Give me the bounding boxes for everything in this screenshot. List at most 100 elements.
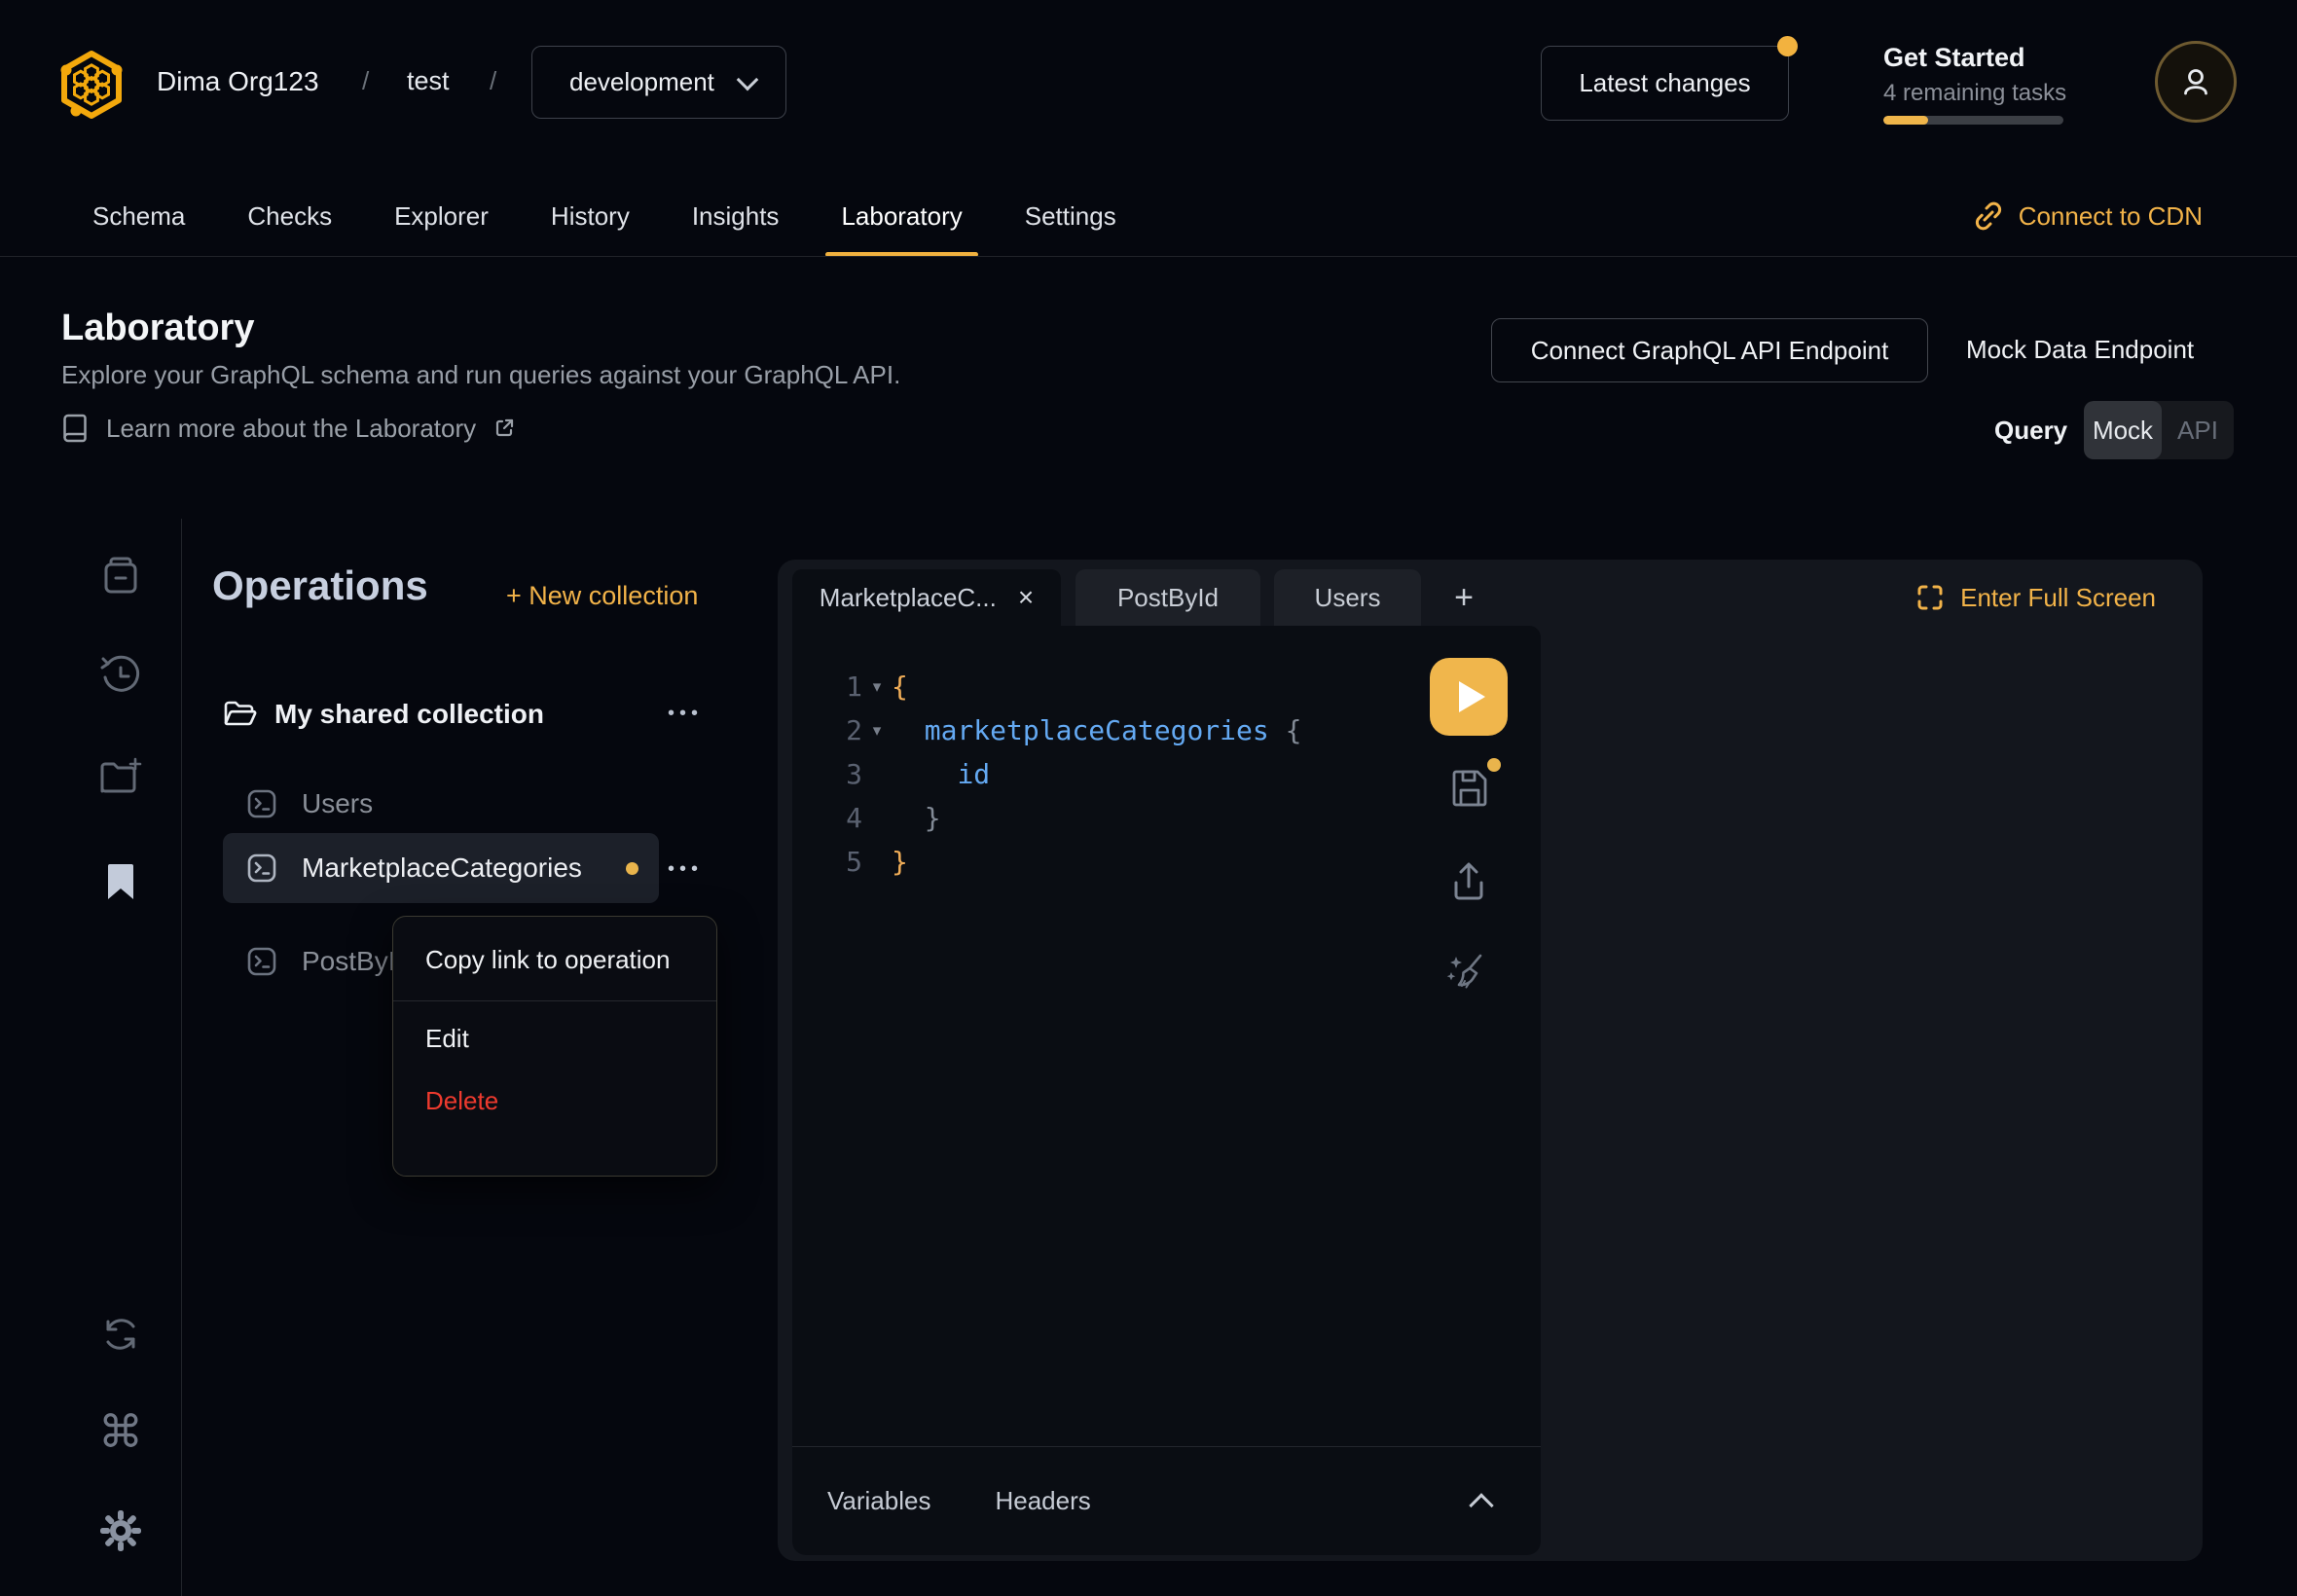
- operation-icon: [246, 852, 277, 884]
- code-area: 1 ▾ { 2 ▾ marketplaceCategories { 3 id 4: [792, 626, 1541, 884]
- learn-more-link[interactable]: Learn more about the Laboratory: [61, 413, 515, 444]
- operation-more-options-button[interactable]: •••: [668, 858, 703, 881]
- code-line: 4 }: [792, 796, 1541, 840]
- nav-divider: [0, 256, 2297, 257]
- notification-dot: [1777, 36, 1798, 56]
- bookmark-icon[interactable]: [98, 859, 143, 904]
- collection-more-options-button[interactable]: •••: [668, 703, 703, 725]
- get-started-progress: [1883, 116, 2063, 125]
- editor-bottom-bar: Variables Headers: [792, 1446, 1541, 1555]
- line-number: 3: [792, 758, 862, 790]
- get-started-progress-fill: [1883, 116, 1928, 125]
- new-collection-button[interactable]: + New collection: [506, 581, 698, 611]
- editor-tab-label: PostById: [1117, 583, 1219, 613]
- operation-icon: [246, 946, 277, 977]
- tab-history[interactable]: History: [551, 175, 630, 257]
- operation-item-users[interactable]: Users: [223, 769, 373, 839]
- operation-item-postbyid[interactable]: PostById: [223, 926, 411, 997]
- unsaved-changes-dot: [626, 862, 638, 875]
- mock-data-endpoint-button[interactable]: Mock Data Endpoint: [1966, 318, 2194, 381]
- editor-tab-users[interactable]: Users: [1274, 569, 1421, 626]
- graphos-logo-icon[interactable]: [58, 49, 125, 119]
- chevron-down-icon: [737, 68, 759, 91]
- collection-name: My shared collection: [274, 699, 544, 730]
- code-line: 3 id: [792, 752, 1541, 796]
- settings-gear-icon[interactable]: [98, 1508, 143, 1553]
- query-mode-toggle: Mock API: [2084, 401, 2234, 459]
- line-number: 4: [792, 802, 862, 834]
- query-mode-mock[interactable]: Mock: [2084, 401, 2162, 459]
- fullscreen-icon: [1915, 583, 1945, 612]
- documentation-icon[interactable]: [98, 553, 143, 598]
- latest-changes-button[interactable]: Latest changes: [1541, 46, 1789, 121]
- tab-schema[interactable]: Schema: [92, 175, 185, 257]
- link-icon: [1972, 200, 2005, 233]
- code-line: 1 ▾ {: [792, 665, 1541, 708]
- breadcrumb-graph[interactable]: test: [407, 66, 450, 96]
- new-tab-button[interactable]: +: [1436, 569, 1492, 626]
- connect-to-cdn-link[interactable]: Connect to CDN: [1972, 175, 2203, 257]
- query-editor[interactable]: 1 ▾ { 2 ▾ marketplaceCategories { 3 id 4: [792, 626, 1541, 1446]
- tab-explorer[interactable]: Explorer: [394, 175, 489, 257]
- breadcrumb-org[interactable]: Dima Org123: [157, 66, 319, 97]
- unsaved-indicator-dot: [1487, 758, 1501, 772]
- get-started-subtitle: 4 remaining tasks: [1883, 80, 2066, 107]
- tab-checks[interactable]: Checks: [247, 175, 332, 257]
- menu-item-edit[interactable]: Edit: [393, 1007, 716, 1070]
- code-text: }: [892, 802, 941, 834]
- headers-tab[interactable]: Headers: [995, 1486, 1090, 1516]
- menu-divider: [393, 1000, 716, 1001]
- editor-tab-marketplacecategories[interactable]: MarketplaceC... ×: [792, 569, 1061, 626]
- run-query-button[interactable]: [1430, 658, 1508, 736]
- menu-item-copy-link[interactable]: Copy link to operation: [393, 925, 716, 995]
- history-icon[interactable]: [98, 654, 143, 699]
- share-button[interactable]: [1447, 859, 1490, 904]
- breadcrumb-separator: /: [490, 66, 496, 96]
- open-folder-icon: [223, 700, 258, 729]
- page-description: Explore your GraphQL schema and run quer…: [61, 360, 900, 390]
- save-button[interactable]: [1448, 766, 1493, 811]
- tab-settings[interactable]: Settings: [1025, 175, 1116, 257]
- enter-full-screen-button[interactable]: Enter Full Screen: [1915, 569, 2156, 626]
- variant-select-value: development: [569, 67, 714, 97]
- fold-caret-icon[interactable]: ▾: [862, 721, 892, 741]
- code-text: id: [892, 758, 990, 790]
- menu-item-delete[interactable]: Delete: [393, 1070, 716, 1132]
- code-line: 2 ▾ marketplaceCategories {: [792, 708, 1541, 752]
- operation-item-marketplacecategories[interactable]: MarketplaceCategories: [223, 833, 659, 903]
- connect-graphql-endpoint-button[interactable]: Connect GraphQL API Endpoint: [1491, 318, 1928, 382]
- editor-tab-postbyid[interactable]: PostById: [1076, 569, 1260, 626]
- prettify-button[interactable]: [1443, 949, 1490, 996]
- tab-insights[interactable]: Insights: [692, 175, 780, 257]
- operation-context-menu: Copy link to operation Edit Delete: [392, 916, 717, 1177]
- get-started-title[interactable]: Get Started: [1883, 43, 2025, 73]
- fold-caret-icon[interactable]: ▾: [862, 677, 892, 697]
- person-icon: [2178, 64, 2213, 99]
- operation-icon: [246, 788, 277, 819]
- code-text: }: [892, 846, 908, 878]
- primary-nav: Schema Checks Explorer History Insights …: [92, 175, 1116, 257]
- refresh-icon[interactable]: [98, 1312, 143, 1357]
- tab-laboratory[interactable]: Laboratory: [841, 175, 962, 257]
- book-icon: [61, 413, 89, 444]
- app-root: Dima Org123 / test / development Latest …: [0, 0, 2297, 1596]
- command-icon[interactable]: ⌘: [98, 1409, 143, 1454]
- enter-full-screen-label: Enter Full Screen: [1960, 583, 2156, 613]
- close-tab-icon[interactable]: ×: [1018, 584, 1034, 611]
- code-text: marketplaceCategories {: [892, 714, 1301, 746]
- editor-tab-label: Users: [1315, 583, 1381, 613]
- variant-select[interactable]: development: [531, 46, 786, 119]
- operation-label: Users: [302, 788, 373, 819]
- rail-divider: [181, 519, 182, 1596]
- line-number: 2: [792, 714, 862, 746]
- laboratory-panel: MarketplaceC... × PostById Users + Enter…: [778, 560, 2203, 1561]
- query-mode-api[interactable]: API: [2162, 401, 2234, 459]
- collection-header[interactable]: My shared collection: [223, 686, 710, 743]
- collapse-panel-icon[interactable]: [1469, 1493, 1493, 1517]
- breadcrumb-separator: /: [362, 66, 369, 96]
- connect-to-cdn-label: Connect to CDN: [2019, 201, 2203, 232]
- variables-tab[interactable]: Variables: [827, 1486, 930, 1516]
- user-avatar[interactable]: [2155, 41, 2237, 123]
- play-icon: [1459, 681, 1485, 712]
- new-folder-icon[interactable]: [98, 754, 143, 799]
